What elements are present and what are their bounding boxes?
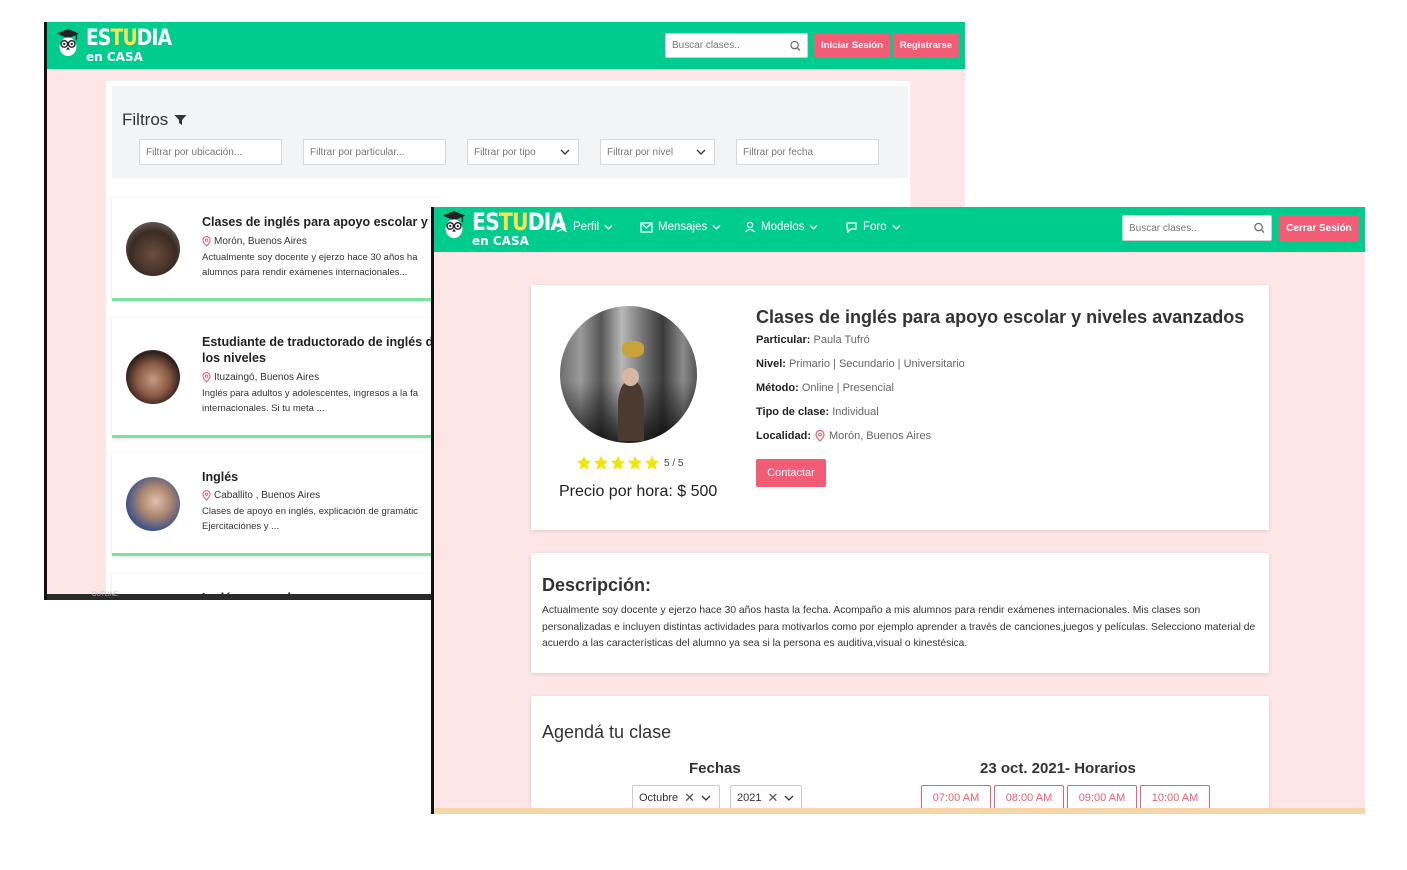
chevron-down-icon — [712, 224, 721, 230]
schedule-heading: Agendá tu clase — [542, 722, 672, 742]
owl-logo-icon — [56, 28, 80, 57]
search-input[interactable] — [1122, 215, 1272, 241]
chevron-down-icon — [701, 795, 711, 801]
chevron-down-icon — [784, 795, 794, 801]
listing-title[interactable]: Clases de inglés para apoyo escolar y ni — [202, 214, 442, 230]
contact-button[interactable]: Contactar — [756, 459, 826, 487]
chat-icon — [846, 222, 857, 233]
brand-subtitle: en CASA — [472, 234, 529, 248]
detail-metodo: Método: Online | Presencial — [756, 382, 894, 394]
listing-location: Morón, Buenos Aires — [202, 236, 307, 247]
rating-stars: 5 / 5 — [576, 455, 683, 471]
clear-icon[interactable]: ✕ — [684, 790, 695, 806]
login-button[interactable]: Iniciar Sesión — [814, 33, 890, 58]
description-text: Actualmente soy docente y ejerzo hace 30… — [542, 605, 1256, 649]
star-icon — [627, 455, 643, 470]
star-icon — [610, 455, 626, 470]
user-icon — [745, 221, 755, 233]
listing-title[interactable]: Inglés — [202, 469, 238, 485]
listing-location: Ituzaingó, Buenos Aires — [202, 372, 319, 383]
star-icon — [576, 455, 592, 470]
top-navbar: ESTUDIA en CASA Perfil Mensajes Modelos … — [434, 207, 1365, 252]
avatar — [126, 350, 180, 404]
listing-description: Inglés para adultos y adolescentes, ingr… — [202, 388, 418, 414]
filter-date[interactable]: Filtrar por fecha — [736, 139, 879, 165]
teacher-photo — [560, 306, 697, 443]
filter-icon — [174, 115, 187, 125]
description-heading: Descripción: — [542, 575, 652, 595]
chevron-down-icon — [604, 224, 613, 230]
detail-nivel: Nivel: Primario | Secundario | Universit… — [756, 358, 965, 370]
class-title: Clases de inglés para apoyo escolar y ni… — [756, 307, 1245, 327]
listing-description: Clases de apoyo en inglés, explicación d… — [202, 506, 418, 532]
owl-logo-icon — [442, 210, 466, 239]
top-navbar: ESTUDIA en CASA Iniciar Sesión Registrar… — [47, 22, 965, 69]
filter-level[interactable]: Filtrar por nivel — [600, 139, 715, 165]
clear-icon[interactable]: ✕ — [767, 790, 778, 806]
listing-card[interactable]: Inglés Caballito , Buenos Aires Clases d… — [112, 453, 442, 556]
price-per-hour: Precio por hora: $ 500 — [559, 483, 718, 500]
dates-label: Fechas — [689, 760, 741, 777]
location-pin-icon — [815, 430, 825, 442]
search-icon — [790, 40, 801, 51]
chevron-down-icon — [560, 149, 570, 155]
location-pin-icon — [202, 236, 211, 247]
filter-particular[interactable]: Filtrar por particular... — [303, 139, 446, 165]
rating-text: 5 / 5 — [664, 457, 684, 469]
location-pin-icon — [202, 490, 211, 501]
filter-location[interactable]: Filtrar por ubicación... — [139, 139, 282, 165]
chevron-down-icon — [809, 224, 819, 230]
menu-perfil[interactable]: Perfil — [556, 221, 613, 233]
month-select[interactable]: Octubre ✕ — [632, 785, 720, 810]
menu-mensajes[interactable]: Mensajes — [640, 221, 721, 233]
star-icon — [644, 455, 660, 470]
year-select[interactable]: 2021 ✕ — [730, 785, 802, 810]
hours-label: 23 oct. 2021- Horarios — [980, 760, 1136, 777]
user-icon — [557, 221, 567, 233]
filters-bar: Filtros Filtrar por ubicación... Filtrar… — [112, 86, 908, 178]
listing-location: Caballito , Buenos Aires — [202, 490, 320, 501]
mail-icon — [640, 221, 653, 233]
class-info-card: 5 / 5 Precio por hora: $ 500 Clases de i… — [531, 285, 1269, 530]
search-input[interactable] — [665, 33, 808, 58]
listing-card[interactable]: Estudiante de traductorado de inglés da … — [112, 318, 442, 438]
location-pin-icon — [202, 372, 211, 383]
listing-card[interactable]: Clases de inglés para apoyo escolar y ni… — [112, 198, 442, 301]
chevron-down-icon — [892, 224, 901, 230]
logout-button[interactable]: Cerrar Sesión — [1279, 215, 1359, 241]
menu-foro[interactable]: Foro — [845, 221, 901, 233]
star-icon — [593, 455, 609, 470]
filter-type[interactable]: Filtrar por tipo — [467, 139, 579, 165]
listing-description: Actualmente soy docente y ejerzo hace 30… — [202, 252, 418, 278]
class-detail-screenshot: ESTUDIA en CASA Perfil Mensajes Modelos … — [431, 207, 1365, 814]
register-button[interactable]: Registrarse — [893, 33, 959, 58]
description-card: Descripción: Actualmente soy docente y e… — [531, 553, 1269, 673]
detail-tipo: Tipo de clase: Individual — [756, 406, 879, 418]
brand-subtitle: en CASA — [86, 50, 143, 64]
bottom-strip — [434, 808, 1365, 814]
chevron-down-icon — [696, 149, 706, 155]
avatar — [126, 477, 180, 531]
detail-localidad: Localidad: Morón, Buenos Aires — [756, 430, 932, 442]
filters-heading: Filtros — [122, 110, 187, 130]
logo[interactable]: ESTUDIA en CASA — [55, 28, 186, 63]
detail-particular: Particular: Paula Tufró — [756, 334, 870, 346]
avatar — [126, 222, 180, 276]
listing-title[interactable]: Estudiante de traductorado de inglés da … — [202, 334, 442, 366]
search-icon — [1254, 222, 1265, 234]
menu-modelos[interactable]: Modelos — [744, 221, 819, 233]
